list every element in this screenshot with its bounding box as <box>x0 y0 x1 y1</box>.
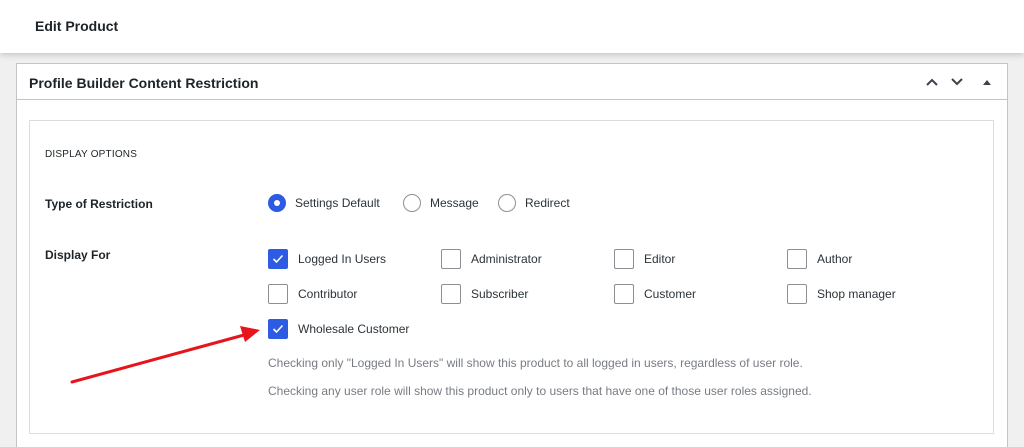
checkbox-indicator <box>268 249 288 269</box>
checkbox-label: Wholesale Customer <box>298 322 410 336</box>
metabox-title: Profile Builder Content Restriction <box>29 75 259 91</box>
radio-indicator <box>498 194 516 212</box>
checkbox-shop-manager[interactable]: Shop manager <box>787 284 896 304</box>
move-up-button[interactable] <box>922 72 942 92</box>
page-title: Edit Product <box>35 18 119 34</box>
checkbox-indicator <box>441 249 461 269</box>
help-text-user-roles: Checking any user role will show this pr… <box>268 384 812 398</box>
radio-label: Message <box>430 196 479 210</box>
checkbox-indicator <box>787 249 807 269</box>
checkbox-indicator <box>268 319 288 339</box>
toggle-panel-button[interactable] <box>977 72 997 92</box>
radio-redirect[interactable]: Redirect <box>498 194 570 212</box>
radio-message[interactable]: Message <box>403 194 479 212</box>
chevron-up-icon <box>926 78 938 86</box>
content-restriction-metabox: Profile Builder Content Restriction DISP… <box>16 63 1008 447</box>
checkbox-indicator <box>614 249 634 269</box>
checkbox-label: Contributor <box>298 287 358 301</box>
checkbox-indicator <box>441 284 461 304</box>
radio-indicator <box>268 194 286 212</box>
radio-indicator <box>403 194 421 212</box>
checkbox-indicator <box>268 284 288 304</box>
checkbox-label: Logged In Users <box>298 252 387 266</box>
checkbox-label: Author <box>817 252 853 266</box>
section-title: DISPLAY OPTIONS <box>45 149 138 160</box>
radio-label: Redirect <box>525 196 570 210</box>
metabox-header: Profile Builder Content Restriction <box>17 64 1007 100</box>
checkbox-wholesale-customer[interactable]: Wholesale Customer <box>268 319 409 339</box>
checkbox-logged-in-users[interactable]: Logged In Users <box>268 249 386 269</box>
checkbox-subscriber[interactable]: Subscriber <box>441 284 528 304</box>
checkbox-label: Subscriber <box>471 287 529 301</box>
checkbox-editor[interactable]: Editor <box>614 249 675 269</box>
type-of-restriction-label: Type of Restriction <box>45 197 153 211</box>
checkbox-indicator <box>787 284 807 304</box>
checkmark-icon <box>272 254 284 264</box>
checkbox-label: Editor <box>644 252 676 266</box>
display-for-label: Display For <box>45 248 111 262</box>
move-down-button[interactable] <box>947 72 967 92</box>
display-options-panel: DISPLAY OPTIONS Type of Restriction Sett… <box>29 120 994 434</box>
top-bar: Edit Product <box>0 0 1024 53</box>
checkmark-icon <box>272 324 284 334</box>
checkbox-customer[interactable]: Customer <box>614 284 696 304</box>
checkbox-label: Administrator <box>471 252 542 266</box>
checkbox-indicator <box>614 284 634 304</box>
checkbox-author[interactable]: Author <box>787 249 852 269</box>
caret-up-icon <box>983 80 991 85</box>
help-text-logged-in: Checking only "Logged In Users" will sho… <box>268 356 803 370</box>
radio-settings-default[interactable]: Settings Default <box>268 194 380 212</box>
checkbox-administrator[interactable]: Administrator <box>441 249 542 269</box>
checkbox-label: Shop manager <box>817 287 896 301</box>
chevron-down-icon <box>951 78 963 86</box>
radio-label: Settings Default <box>295 196 380 210</box>
checkbox-label: Customer <box>644 287 697 301</box>
checkbox-contributor[interactable]: Contributor <box>268 284 357 304</box>
